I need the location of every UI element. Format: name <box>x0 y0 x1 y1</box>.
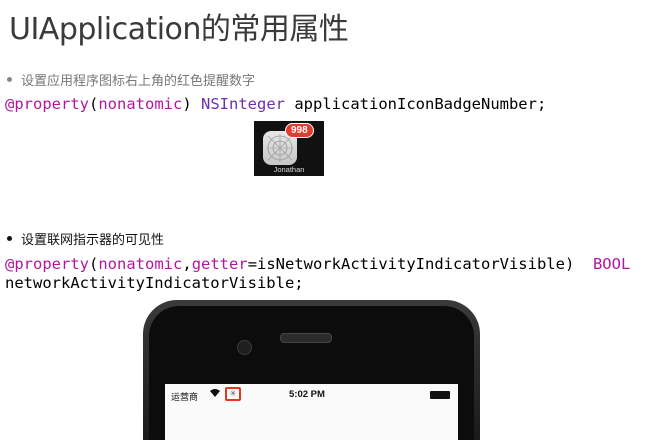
code-paren: ) <box>182 95 202 113</box>
speaker-grille <box>280 333 332 343</box>
wifi-icon <box>209 388 221 401</box>
code-identifier: networkActivityIndicatorVisible; <box>5 274 304 292</box>
code-attribute: nonatomic <box>98 255 183 273</box>
code-keyword: @property <box>5 255 89 273</box>
app-name: Jonathan <box>273 165 305 174</box>
front-camera <box>237 340 252 355</box>
code-badge-property: @property(nonatomic) NSInteger applicati… <box>5 95 546 114</box>
app-icon-screenshot: 998 Jonathan <box>254 121 324 176</box>
activity-indicator-icon: ✳ <box>225 387 241 401</box>
code-keyword: @property <box>5 95 89 113</box>
carrier-label: 运营商 <box>171 393 199 403</box>
bullet-badge-number: 设置应用程序图标右上角的红色提醒数字 <box>7 70 255 89</box>
phone-screen: 运营商 ✳ 5:02 PM <box>165 384 458 440</box>
code-type: BOOL <box>592 255 631 273</box>
code-paren: ( <box>89 255 99 273</box>
battery-icon <box>430 391 450 399</box>
code-type: NSInteger <box>201 95 286 113</box>
code-attribute: getter <box>191 255 248 273</box>
iphone-screenshot: 运营商 ✳ 5:02 PM <box>143 300 480 440</box>
bullet-dot <box>7 77 12 82</box>
bullet-text: 设置联网指示器的可见性 <box>21 233 165 248</box>
status-time: 5:02 PM <box>289 389 325 400</box>
badge-count: 998 <box>285 123 314 138</box>
code-network-property: @property(nonatomic,getter=isNetworkActi… <box>5 255 630 293</box>
code-paren: ( <box>89 95 99 113</box>
slide-title: UIApplication的常用属性 <box>9 12 349 47</box>
code-comma: , <box>182 255 192 273</box>
code-attribute: nonatomic <box>98 95 183 113</box>
bullet-text: 设置应用程序图标右上角的红色提醒数字 <box>21 74 256 89</box>
bullet-dot <box>7 236 12 241</box>
bullet-network-indicator: 设置联网指示器的可见性 <box>7 229 164 248</box>
code-identifier: applicationIconBadgeNumber; <box>285 95 547 113</box>
code-getter-value: =isNetworkActivityIndicatorVisible) <box>247 255 593 273</box>
